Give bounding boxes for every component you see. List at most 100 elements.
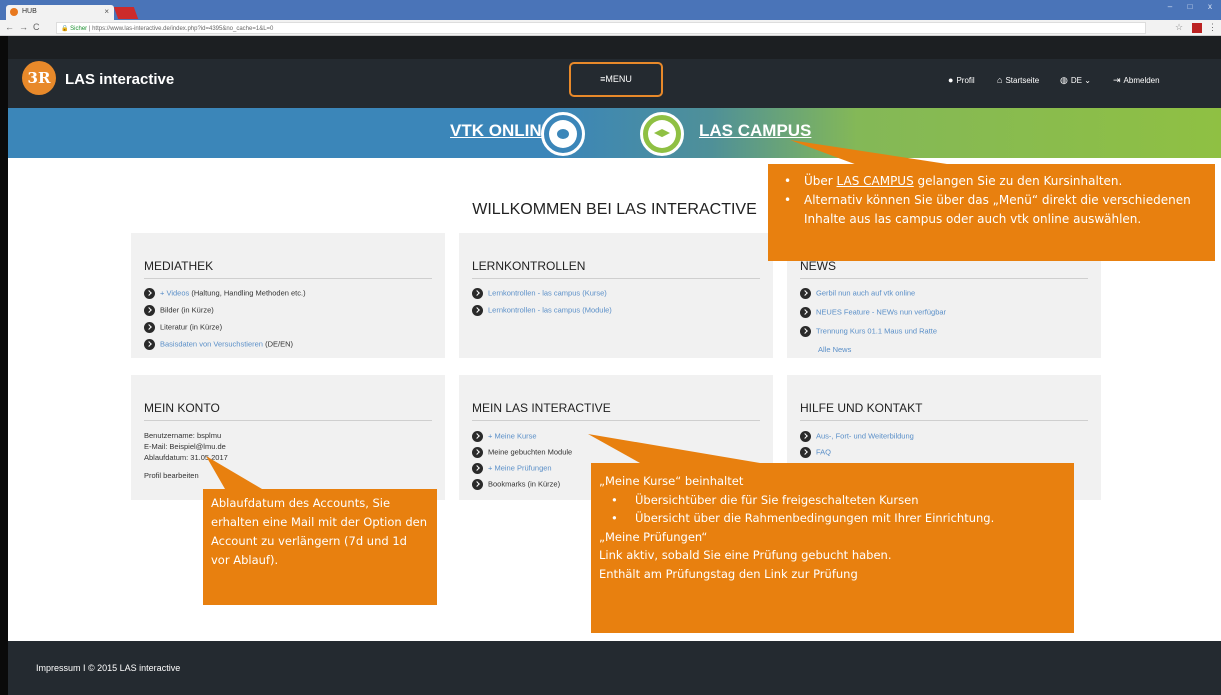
extension-icon[interactable] [1192,23,1202,33]
favicon-icon [10,8,18,16]
list-item[interactable]: + Videos (Haltung, Handling Methoden etc… [144,288,306,299]
close-window-icon[interactable]: x [1203,2,1217,11]
nav-language[interactable]: ◍ DE ⌄ [1060,75,1091,86]
list-item[interactable]: Lernkontrollen - las campus (Kurse) [472,288,607,299]
campus-cap-shape [654,129,670,138]
browser-addressbar: ← → C 🔒 Sicher | https://www.las-interac… [0,20,1221,36]
site-footer: Impressum I © 2015 LAS interactive [8,641,1221,695]
list-item: Literatur (in Kürze) [144,322,222,333]
item-text: Bookmarks (in Kürze) [488,479,561,489]
callout-text: gelangen Sie zu den Kursinhalten. [913,174,1123,188]
chevron-right-icon [144,339,155,350]
item-text: Literatur (in Kürze) [160,322,223,332]
kurse-callout: „Meine Kurse“ beinhaltet • Übersichtüber… [591,463,1074,633]
campus-graduation-cap-icon[interactable] [640,112,684,156]
campus-callout: • Über LAS CAMPUS gelangen Sie zu den Ku… [768,164,1215,261]
all-news-link[interactable]: Alle News [818,345,851,354]
item-link[interactable]: Basisdaten von Versuchstieren [160,339,263,348]
new-tab-button[interactable] [113,7,139,19]
list-item[interactable]: FAQ [800,447,831,458]
brand-name[interactable]: LAS interactive [65,71,174,88]
username-value: Benutzername: bsplmu [144,431,222,440]
forward-icon[interactable]: → [19,22,28,32]
vtk-badge-inner [549,120,577,148]
browser-tab[interactable]: HUB × [6,5,114,20]
callout-text: Übersichtüber die für Sie freigeschaltet… [635,492,919,507]
item-text: Meine gebuchten Module [488,447,573,457]
vtk-online-link[interactable]: VTK ONLINE [450,121,553,141]
tab-close-icon[interactable]: × [104,7,109,16]
chevron-right-icon [144,288,155,299]
item-link[interactable]: + Meine Kurse [488,431,537,440]
nav-abmelden-label: Abmelden [1123,76,1160,85]
screen: HUB × – □ x ← → C 🔒 Sicher | https://www… [0,0,1221,695]
logo-icon[interactable]: 3R [22,61,56,95]
nav-profil-label: Profil [956,76,975,85]
list-item[interactable]: Lernkontrollen - las campus (Module) [472,305,612,316]
list-item: Meine gebuchten Module [472,447,572,458]
chevron-right-icon [800,326,811,337]
secure-label: Sicher [70,26,88,32]
list-item[interactable]: Gerbil nun auch auf vtk online [800,288,915,299]
item-link[interactable]: Gerbil nun auch auf vtk online [816,288,915,297]
callout-heading: „Meine Kurse“ beinhaltet [599,472,1066,491]
callout-text: Über [804,174,837,188]
vtk-mouse-icon[interactable] [541,112,585,156]
item-link[interactable]: + Videos [160,288,189,297]
item-link[interactable]: Lernkontrollen - las campus (Module) [488,305,612,314]
minimize-icon[interactable]: – [1163,2,1177,11]
nav-startseite[interactable]: ⌂ Startseite [997,75,1039,85]
callout-text: Übersicht über die Rahmenbedingungen mit… [635,511,995,526]
menu-button[interactable]: ≡MENU [569,62,663,97]
list-item[interactable]: + Meine Prüfungen [472,463,552,474]
las-campus-link[interactable]: LAS CAMPUS [699,121,811,141]
bookmark-star-icon[interactable]: ☆ [1175,22,1183,33]
nav-startseite-label: Startseite [1005,76,1040,85]
item-link[interactable]: Lernkontrollen - las campus (Kurse) [488,288,607,297]
nav-profil[interactable]: ● Profil [948,75,975,85]
item-link[interactable]: FAQ [816,447,831,456]
bullet-dot: • [611,492,618,507]
edit-profile-link[interactable]: Profil bearbeiten [144,471,199,480]
browser-menu-icon[interactable]: ⋮ [1208,22,1217,33]
callout-line: Link aktiv, sobald Sie eine Prüfung gebu… [599,548,892,563]
callout-line: • Übersicht über die Rahmenbedingungen m… [599,509,1066,528]
footer-impressum[interactable]: Impressum I © 2015 LAS interactive [36,663,180,673]
header-top-strip [8,36,1221,59]
url-text: https://www.las-interactive.de/index.php… [92,26,274,32]
browser-tabbar: HUB × – □ x [0,0,1221,20]
list-item[interactable]: Basisdaten von Versuchstieren (DE/EN) [144,339,293,350]
back-icon[interactable]: ← [5,22,14,32]
list-item[interactable]: NEUES Feature - NEWs nun verfügbar [800,307,946,318]
item-text: (DE/EN) [262,339,293,349]
list-item[interactable]: Trennung Kurs 01.1 Maus und Ratte [800,326,937,337]
chevron-right-icon [472,431,483,442]
callout-line: • Über LAS CAMPUS gelangen Sie zu den Ku… [778,172,1205,191]
tab-title: HUB [22,8,37,15]
url-input[interactable]: 🔒 Sicher | https://www.las-interactive.d… [56,22,1146,34]
item-link[interactable]: Aus-, Fort- und Weiterbildung [816,431,914,440]
callout-link: LAS CAMPUS [836,174,914,188]
chevron-right-icon [472,463,483,474]
card-title: HILFE UND KONTAKT [800,401,923,415]
home-icon: ⌂ [997,75,1003,85]
chevron-right-icon [472,447,483,458]
chevron-right-icon [800,307,811,318]
card-lernkontrollen: LERNKONTROLLEN Lernkontrollen - las camp… [459,233,773,358]
maximize-icon[interactable]: □ [1183,2,1197,11]
user-icon: ● [948,75,954,85]
portal-banner [8,108,1221,158]
list-item[interactable]: Aus-, Fort- und Weiterbildung [800,431,914,442]
list-item: Bookmarks (in Kürze) [472,479,560,490]
callout-text: “ [701,529,708,544]
card-title: LERNKONTROLLEN [472,259,586,273]
window-edge [0,36,8,695]
item-link[interactable]: Trennung Kurs 01.1 Maus und Ratte [816,326,937,335]
email-value: E-Mail: Beispiel@lmu.de [144,442,226,451]
nav-abmelden[interactable]: ⇥ Abmelden [1113,75,1160,86]
item-link[interactable]: NEUES Feature - NEWs nun verfügbar [816,307,946,316]
card-title: MEDIATHEK [144,259,214,273]
item-link[interactable]: + Meine Prüfungen [488,463,552,472]
list-item[interactable]: + Meine Kurse [472,431,537,442]
reload-icon[interactable]: C [33,22,40,32]
